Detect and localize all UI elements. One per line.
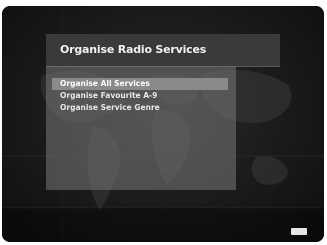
menu-item-organise-all-services[interactable]: Organise All Services (52, 78, 228, 90)
exit-key-icon[interactable] (291, 228, 307, 235)
tv-screen: Organise Radio Services Organise All Ser… (2, 6, 324, 242)
menu-item-organise-service-genre[interactable]: Organise Service Genre (52, 102, 228, 114)
menu-item-organise-favourite[interactable]: Organise Favourite A-9 (52, 90, 228, 102)
bottom-bar (2, 208, 324, 242)
page-title: Organise Radio Services (60, 43, 207, 56)
menu-panel: Organise All Services Organise Favourite… (46, 66, 236, 190)
title-panel: Organise Radio Services (46, 34, 280, 67)
